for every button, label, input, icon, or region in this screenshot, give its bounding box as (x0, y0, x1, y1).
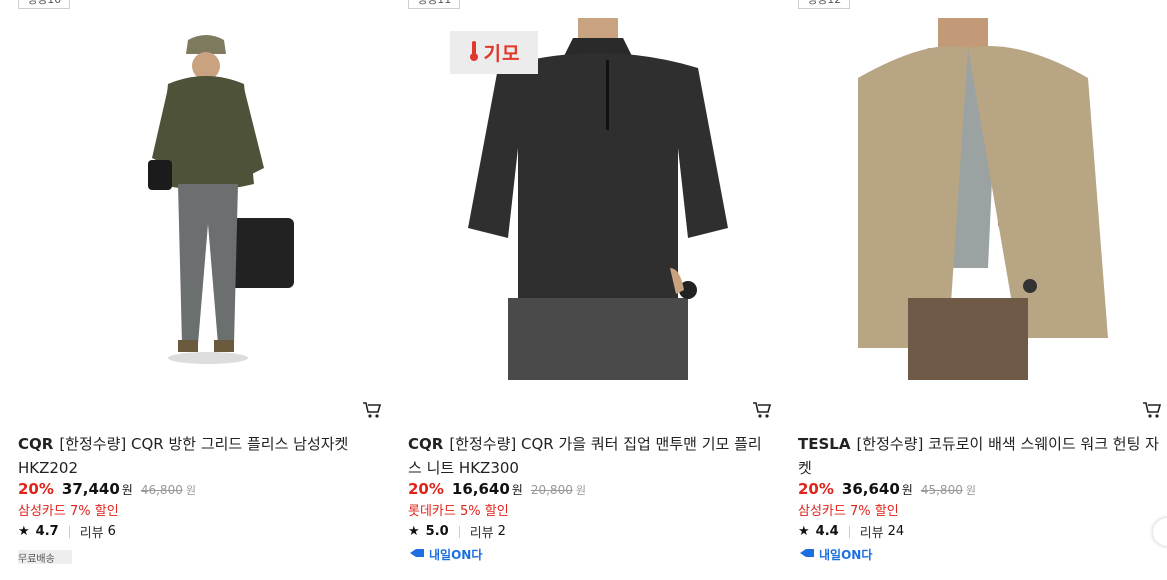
currency-unit: 원 (965, 484, 976, 497)
rating-row: ★ 4.7 리뷰 6 (18, 522, 116, 541)
currency-unit: 원 (121, 483, 133, 497)
card-promo: 삼성카드 7% 할인 (18, 504, 119, 519)
delivery-label: 내일ON다 (819, 548, 873, 562)
feature-tag: 기모 (450, 31, 538, 74)
cart-icon[interactable] (362, 400, 382, 420)
brand-name: CQR (408, 435, 444, 453)
price-row: 20% 16,640 원 20,800 원 (408, 480, 586, 498)
rank-badge: 랭킹11 (408, 0, 461, 9)
price-row: 20% 37,440 원 46,800 원 (18, 480, 196, 498)
sale-price: 37,440 (61, 480, 120, 498)
product-title[interactable]: CQR [한정수량] CQR 방한 그리드 플리스 남성자켓 HKZ202 (18, 432, 380, 480)
star-icon: ★ (798, 524, 810, 539)
original-price: 45,800 (920, 483, 963, 497)
product-card[interactable]: 랭킹12 TESLA[한정수량] 코듀로이 배색 스웨이드 워크 헌팅 자켓 2… (798, 0, 1167, 580)
review-label: 리뷰 (859, 526, 884, 541)
rating-score: 4.4 (815, 524, 839, 539)
review-count: 24 (887, 524, 905, 539)
card-promo: 롯데카드 5% 할인 (408, 504, 509, 519)
feature-tag-label: 기모 (483, 43, 521, 65)
product-image[interactable] (18, 18, 388, 380)
brand-name: CQR (18, 435, 54, 453)
delivery-badge: 내일ON다 (798, 546, 872, 563)
review-count: 6 (107, 524, 116, 539)
original-price: 46,800 (140, 483, 183, 497)
rank-badge: 랭킹12 (798, 0, 851, 9)
rocket-icon (408, 547, 426, 562)
product-name: [한정수량] 코듀로이 배색 스웨이드 워크 헌팅 자켓 (798, 435, 1159, 477)
currency-unit: 원 (185, 484, 196, 497)
star-icon: ★ (18, 524, 30, 539)
product-name: [한정수량] CQR 가을 쿼터 집업 맨투맨 기모 플리스 니트 HKZ300 (408, 435, 762, 477)
rank-badge: 랭킹10 (18, 0, 71, 9)
currency-unit: 원 (901, 483, 913, 497)
card-promo: 삼성카드 7% 할인 (798, 504, 899, 519)
free-shipping-badge: 무료배송 (18, 550, 72, 565)
original-price: 20,800 (530, 483, 573, 497)
product-title[interactable]: CQR [한정수량] CQR 가을 쿼터 집업 맨투맨 기모 플리스 니트 HKZ… (408, 432, 770, 480)
divider (458, 525, 460, 538)
cart-icon[interactable] (1142, 400, 1162, 420)
discount-rate: 20% (798, 480, 834, 498)
divider (68, 525, 70, 538)
sale-price: 36,640 (841, 480, 900, 498)
currency-unit: 원 (575, 484, 586, 497)
rating-score: 4.7 (35, 524, 59, 539)
delivery-badge: 내일ON다 (408, 546, 482, 563)
discount-rate: 20% (408, 480, 444, 498)
currency-unit: 원 (511, 483, 523, 497)
review-count: 2 (497, 524, 506, 539)
cart-icon[interactable] (752, 400, 772, 420)
rocket-icon (798, 547, 816, 562)
thermometer-icon (468, 40, 480, 66)
discount-rate: 20% (18, 480, 54, 498)
divider (848, 525, 850, 538)
star-icon: ★ (408, 524, 420, 539)
product-image[interactable] (798, 18, 1167, 380)
product-card[interactable]: 랭킹11 기모 CQR[한정수량] CQR 가을 쿼터 집업 맨투맨 기모 플리… (408, 0, 778, 580)
review-label: 리뷰 (469, 526, 494, 541)
review-label: 리뷰 (79, 526, 104, 541)
rating-row: ★ 5.0 리뷰 2 (408, 522, 506, 541)
product-title[interactable]: TESLA [한정수량] 코듀로이 배색 스웨이드 워크 헌팅 자켓 (798, 432, 1160, 480)
price-row: 20% 36,640 원 45,800 원 (798, 480, 976, 498)
sale-price: 16,640 (451, 480, 510, 498)
brand-name: TESLA (798, 435, 851, 453)
rating-score: 5.0 (425, 524, 449, 539)
product-card[interactable]: 랭킹10 CQR[한정수량] CQR 방한 그리드 플리스 남성자켓 HKZ20… (18, 0, 388, 580)
product-name: [한정수량] CQR 방한 그리드 플리스 남성자켓 HKZ202 (18, 435, 349, 477)
rating-row: ★ 4.4 리뷰 24 (798, 522, 904, 541)
free-shipping-label: 무료배송 (18, 554, 55, 565)
delivery-label: 내일ON다 (429, 548, 483, 562)
